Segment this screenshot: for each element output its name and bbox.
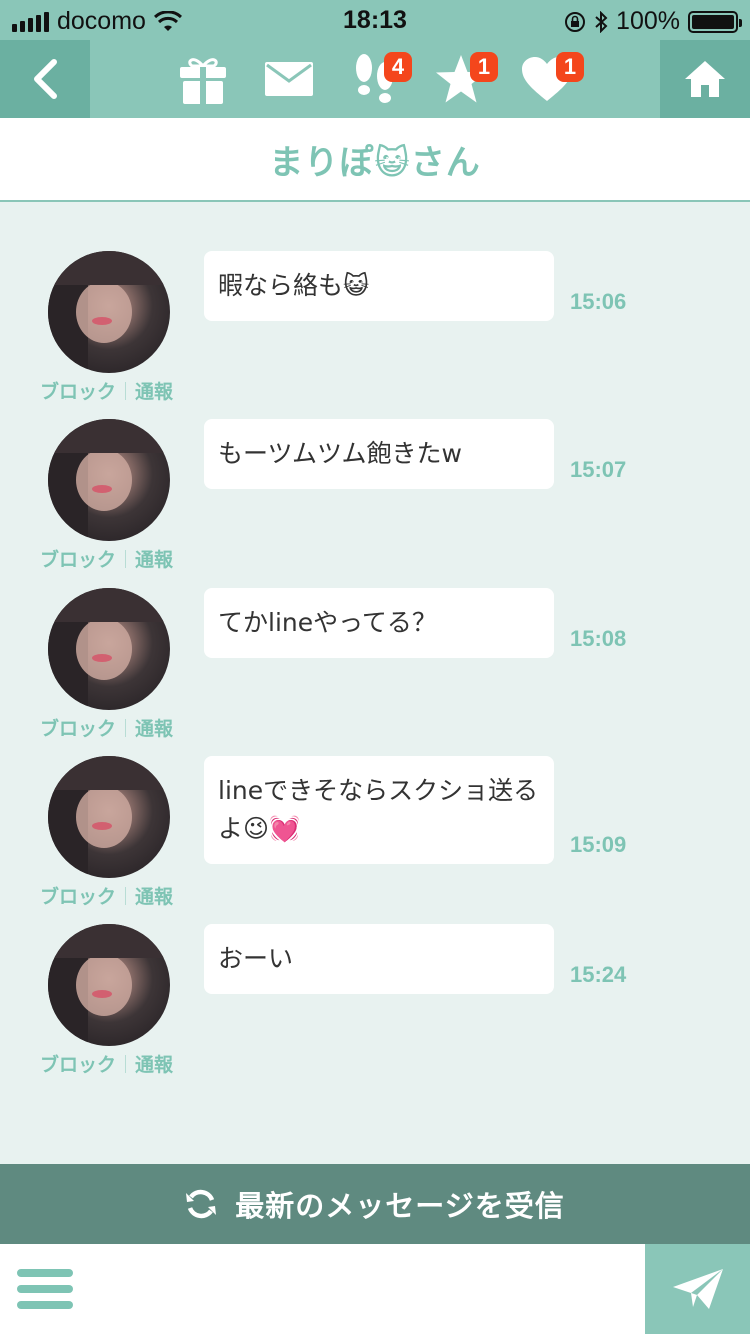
divider bbox=[125, 550, 127, 568]
message-composer bbox=[0, 1244, 750, 1334]
avatar[interactable] bbox=[48, 251, 170, 373]
status-bar: docomo 18:13 100% bbox=[0, 0, 750, 40]
home-button[interactable] bbox=[660, 40, 750, 118]
report-link[interactable]: 通報 bbox=[135, 549, 173, 571]
divider bbox=[125, 719, 127, 737]
star-badge: 1 bbox=[470, 52, 498, 82]
message-bubble: おーい bbox=[204, 924, 554, 994]
divider bbox=[125, 382, 127, 400]
menu-line bbox=[17, 1301, 73, 1309]
paper-plane-icon bbox=[672, 1269, 723, 1309]
message-actions: ブロック 通報 bbox=[40, 882, 173, 909]
message-item: ブロック 通報 もーツムツム飽きたw 15:07 bbox=[0, 419, 750, 587]
top-nav: 4 1 1 bbox=[0, 40, 750, 118]
divider bbox=[125, 1055, 127, 1073]
message-bubble: 暇なら絡も😺 bbox=[204, 251, 554, 321]
status-right: 100% bbox=[564, 7, 742, 36]
block-link[interactable]: ブロック bbox=[40, 1054, 116, 1076]
message-list: ブロック 通報 暇なら絡も😺 15:06 ブロック 通報 もーツムツム飽きたw 15… bbox=[0, 203, 750, 1163]
report-link[interactable]: 通報 bbox=[135, 381, 173, 403]
gift-button[interactable] bbox=[160, 40, 246, 118]
heart-badge: 1 bbox=[556, 52, 584, 82]
favorites-button[interactable]: 1 bbox=[418, 40, 504, 118]
message-bubble: lineできそならスクショ送るよ😉💓 bbox=[204, 756, 554, 864]
message-bubble: もーツムツム飽きたw bbox=[204, 419, 554, 489]
report-link[interactable]: 通報 bbox=[135, 886, 173, 908]
avatar[interactable] bbox=[48, 419, 170, 541]
send-button[interactable] bbox=[645, 1244, 750, 1334]
message-actions: ブロック 通報 bbox=[40, 377, 173, 404]
refresh-icon bbox=[186, 1189, 217, 1219]
message-time: 15:07 bbox=[570, 457, 627, 482]
avatar[interactable] bbox=[48, 588, 170, 710]
likes-button[interactable]: 1 bbox=[504, 40, 590, 118]
home-icon bbox=[685, 61, 725, 97]
gift-icon bbox=[180, 58, 226, 104]
footprints-badge: 4 bbox=[384, 52, 412, 82]
bluetooth-icon bbox=[595, 10, 608, 33]
block-link[interactable]: ブロック bbox=[40, 381, 116, 403]
message-time: 15:09 bbox=[570, 832, 627, 857]
report-link[interactable]: 通報 bbox=[135, 1054, 173, 1076]
chevron-left-icon bbox=[34, 59, 57, 99]
message-bubble: てかlineやってる？ bbox=[204, 588, 554, 658]
rotation-lock-icon bbox=[565, 11, 586, 32]
block-link[interactable]: ブロック bbox=[40, 549, 116, 571]
menu-button[interactable] bbox=[0, 1244, 90, 1334]
message-item: ブロック 通報 lineできそならスクショ送るよ😉💓 15:09 bbox=[0, 756, 750, 924]
report-link[interactable]: 通報 bbox=[135, 718, 173, 740]
battery-icon bbox=[688, 10, 742, 33]
message-time: 15:24 bbox=[570, 962, 627, 987]
message-item: ブロック 通報 てかlineやってる？ 15:08 bbox=[0, 588, 750, 756]
divider bbox=[125, 887, 127, 905]
block-link[interactable]: ブロック bbox=[40, 886, 116, 908]
message-item: ブロック 通報 暇なら絡も😺 15:06 bbox=[0, 251, 750, 419]
message-item: ブロック 通報 おーい 15:24 bbox=[0, 924, 750, 1092]
message-actions: ブロック 通報 bbox=[40, 1050, 173, 1077]
message-time: 15:06 bbox=[570, 289, 627, 314]
avatar[interactable] bbox=[48, 924, 170, 1046]
battery-percent: 100% bbox=[616, 7, 680, 35]
message-time: 15:08 bbox=[570, 626, 627, 651]
page-title: まりぽ😺さん bbox=[0, 118, 750, 202]
nav-icon-group: 4 1 1 bbox=[160, 40, 590, 118]
mail-icon bbox=[265, 62, 313, 96]
block-link[interactable]: ブロック bbox=[40, 718, 116, 740]
receive-label: 最新のメッセージを受信 bbox=[235, 1189, 565, 1223]
receive-latest-button[interactable]: 最新のメッセージを受信 bbox=[0, 1164, 750, 1244]
mail-button[interactable] bbox=[246, 40, 332, 118]
avatar[interactable] bbox=[48, 756, 170, 878]
footprints-button[interactable]: 4 bbox=[332, 40, 418, 118]
message-input[interactable] bbox=[100, 1260, 630, 1318]
back-button[interactable] bbox=[0, 40, 90, 118]
menu-line bbox=[17, 1269, 73, 1277]
message-actions: ブロック 通報 bbox=[40, 545, 173, 572]
message-actions: ブロック 通報 bbox=[40, 714, 173, 741]
menu-line bbox=[17, 1285, 73, 1293]
